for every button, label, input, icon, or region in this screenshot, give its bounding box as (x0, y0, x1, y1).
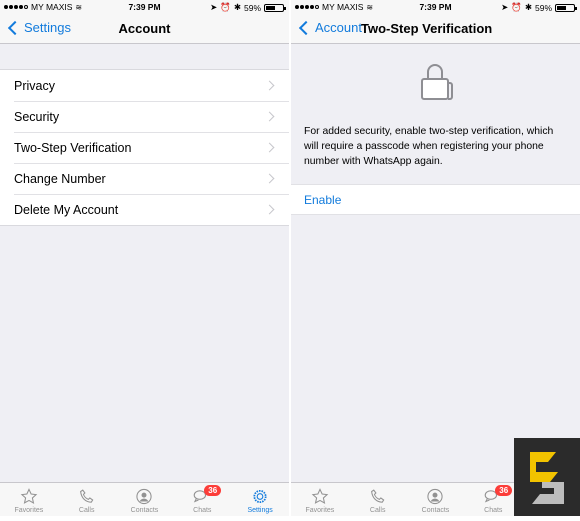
two-step-verification-row[interactable]: Two-Step Verification (0, 132, 289, 163)
back-button[interactable]: Account (298, 20, 362, 35)
tab-contacts[interactable]: Contacts (116, 483, 174, 516)
navigation-bar: Account Two-Step Verification (291, 14, 580, 44)
location-icon: ➤ (501, 2, 509, 12)
row-label: Two-Step Verification (14, 140, 132, 155)
tab-calls[interactable]: Calls (58, 483, 116, 516)
chevron-right-icon (264, 173, 275, 184)
bluetooth-icon: ✱ (524, 2, 532, 12)
navigation-bar: Settings Account (0, 14, 289, 44)
phone-icon (370, 489, 385, 503)
status-bar: MY MAXIS ≋ 7:39 PM ➤ ⏰ ✱ 59% (291, 0, 580, 14)
watermark-logo-icon (530, 452, 564, 504)
tab-bar: Favorites Calls Contacts Chats 36 Settin… (0, 482, 289, 516)
tab-chats[interactable]: Chats 36 (173, 483, 231, 516)
two-step-description: For added security, enable two-step veri… (304, 126, 554, 167)
tab-contacts[interactable]: Contacts (407, 483, 465, 516)
logo (514, 438, 580, 516)
back-label: Settings (24, 20, 71, 35)
chevron-right-icon (264, 142, 275, 153)
chevron-right-icon (264, 111, 275, 122)
row-label: Privacy (14, 78, 55, 93)
enable-label: Enable (304, 192, 342, 207)
person-icon (136, 488, 153, 505)
privacy-row[interactable]: Privacy (0, 70, 289, 101)
tab-label: Calls (369, 507, 386, 514)
battery-icon (555, 3, 577, 12)
chevron-left-icon (298, 20, 314, 35)
battery-percent: 59% (534, 2, 552, 13)
person-icon (427, 488, 444, 505)
enable-button[interactable]: Enable (291, 184, 580, 215)
phone-icon (79, 489, 94, 503)
account-options-list: Privacy Security Two-Step Verification C… (0, 69, 289, 226)
tab-calls[interactable]: Calls (349, 483, 407, 516)
tab-label: Settings (247, 507, 273, 514)
row-label: Security (14, 109, 60, 124)
gear-icon (253, 489, 267, 504)
row-label: Delete My Account (14, 202, 119, 217)
tab-label: Chats (484, 507, 503, 514)
chevron-right-icon (264, 204, 275, 215)
star-icon (311, 488, 329, 504)
tab-label: Favorites (305, 507, 335, 514)
battery-percent: 59% (243, 2, 261, 13)
tab-label: Favorites (14, 507, 44, 514)
tab-label: Contacts (421, 507, 450, 514)
location-icon: ➤ (210, 2, 218, 12)
security-row[interactable]: Security (0, 101, 289, 132)
chevron-right-icon (264, 80, 275, 91)
tab-label: Calls (78, 507, 95, 514)
alarm-icon: ⏰ (220, 2, 231, 12)
bluetooth-icon: ✱ (233, 2, 241, 12)
account-screen: MY MAXIS ≋ 7:39 PM ➤ ⏰ ✱ 59% Settings Ac… (0, 0, 289, 516)
back-label: Account (315, 20, 362, 35)
delete-account-row[interactable]: Delete My Account (0, 194, 289, 225)
alarm-icon: ⏰ (511, 2, 522, 12)
tab-favorites[interactable]: Favorites (291, 483, 349, 516)
tab-label: Chats (193, 507, 212, 514)
tab-label: Contacts (130, 507, 159, 514)
status-bar: MY MAXIS ≋ 7:39 PM ➤ ⏰ ✱ 59% (0, 0, 289, 14)
tab-settings[interactable]: Settings (231, 483, 289, 516)
chevron-left-icon (7, 20, 23, 35)
lock-icon (420, 64, 453, 100)
tab-favorites[interactable]: Favorites (0, 483, 58, 516)
unread-badge: 36 (204, 485, 222, 496)
star-icon (20, 488, 38, 504)
unread-badge: 36 (495, 485, 513, 496)
change-number-row[interactable]: Change Number (0, 163, 289, 194)
page-title: Two-Step Verification (361, 21, 493, 36)
back-button[interactable]: Settings (7, 20, 71, 35)
battery-icon (264, 3, 286, 12)
row-label: Change Number (14, 171, 106, 186)
